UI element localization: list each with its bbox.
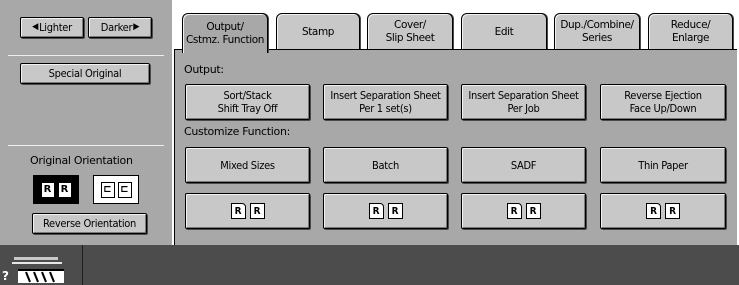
tab-content-area: Output: Sort/Stack Shift Tray Off Insert… xyxy=(174,49,737,245)
left-divider-bottom xyxy=(8,145,164,146)
tab-output-customize-label: Output/ Cstmz. Function xyxy=(186,20,264,46)
sadf-orientation-button[interactable]: R R xyxy=(461,193,586,229)
orientation-title: Original Orientation xyxy=(30,154,133,167)
tab-stamp[interactable]: Stamp xyxy=(276,13,360,50)
batch-r-rotated-icon: R xyxy=(387,203,403,219)
sadf-r-rotated-icon: R xyxy=(525,203,541,219)
orientation-portrait-option[interactable]: R R xyxy=(33,175,79,204)
landscape-r-icon: ⊏ xyxy=(100,181,115,198)
tab-cover-slip-sheet-label: Cover/ Slip Sheet xyxy=(385,19,435,44)
portrait-r-rotated-icon: R xyxy=(57,181,72,198)
lighter-label: Lighter xyxy=(39,21,72,34)
darker-label: Darker xyxy=(100,21,133,34)
sadf-button[interactable]: SADF xyxy=(461,147,586,183)
mixed-sizes-orientation-button[interactable]: R R xyxy=(185,193,310,229)
insert-separation-set-label: Insert Separation Sheet Per 1 set(s) xyxy=(330,89,441,115)
customize-section-label: Customize Function: xyxy=(184,125,291,138)
mixed-sizes-button[interactable]: Mixed Sizes xyxy=(185,147,310,183)
landscape-r-rotated-icon: ⊏ xyxy=(117,181,132,198)
lighter-arrow-icon: ◀ xyxy=(32,22,39,32)
status-bar xyxy=(0,245,739,285)
insert-separation-set-button[interactable]: Insert Separation Sheet Per 1 set(s) xyxy=(323,84,448,120)
thin-paper-r-icon: R xyxy=(646,203,661,219)
output-section-label: Output: xyxy=(184,63,224,76)
left-divider-top xyxy=(8,55,164,56)
tab-reduce-enlarge[interactable]: Reduce/ Enlarge xyxy=(648,13,733,50)
sort-stack-button[interactable]: Sort/Stack Shift Tray Off xyxy=(185,84,310,120)
special-original-button[interactable]: Special Original xyxy=(20,63,150,84)
tab-stamp-label: Stamp xyxy=(301,25,335,38)
copier-panel: ◀ Lighter Darker ▶ Special Original Orig… xyxy=(0,0,739,245)
thin-paper-label: Thin Paper xyxy=(638,158,688,172)
reverse-ejection-label: Reverse Ejection Face Up/Down xyxy=(624,89,702,115)
mixed-sizes-r-rotated-icon: R xyxy=(249,203,265,219)
tab-output-customize[interactable]: Output/ Cstmz. Function xyxy=(182,13,268,53)
tab-dup-combine-series[interactable]: Dup./Combine/ Series xyxy=(554,13,640,50)
portrait-r-icon: R xyxy=(40,181,55,198)
batch-orientation-button[interactable]: R R xyxy=(323,193,448,229)
mixed-sizes-r-icon: R xyxy=(230,203,246,219)
batch-r-icon: R xyxy=(368,203,384,219)
thin-paper-button[interactable]: Thin Paper xyxy=(600,147,726,183)
insert-separation-job-button[interactable]: Insert Separation Sheet Per Job xyxy=(461,84,586,120)
left-column: ◀ Lighter Darker ▶ Special Original Orig… xyxy=(0,0,172,245)
batch-button[interactable]: Batch xyxy=(323,147,448,183)
tab-cover-slip-sheet[interactable]: Cover/ Slip Sheet xyxy=(367,13,453,50)
insert-separation-job-label: Insert Separation Sheet Per Job xyxy=(468,89,579,115)
tab-edit[interactable]: Edit xyxy=(461,13,547,50)
special-original-label: Special Original xyxy=(48,67,122,80)
status-bar-separator xyxy=(82,245,83,285)
thin-paper-orientation-button[interactable]: R R xyxy=(600,193,726,229)
reverse-orientation-label: Reverse Orientation xyxy=(42,217,137,230)
tab-dup-combine-series-label: Dup./Combine/ Series xyxy=(560,19,634,44)
sadf-r-icon: R xyxy=(506,203,522,219)
reverse-orientation-button[interactable]: Reverse Orientation xyxy=(32,213,147,234)
tab-edit-label: Edit xyxy=(494,25,514,38)
darker-arrow-icon: ▶ xyxy=(133,22,140,32)
tab-reduce-enlarge-label: Reduce/ Enlarge xyxy=(670,19,711,44)
sadf-label: SADF xyxy=(510,158,537,172)
batch-label: Batch xyxy=(372,158,399,172)
paper-tray-status-icon[interactable] xyxy=(6,255,68,285)
darker-button[interactable]: Darker ▶ xyxy=(88,17,152,38)
orientation-landscape-option[interactable]: ⊏ ⊏ xyxy=(93,175,139,204)
sort-stack-label: Sort/Stack Shift Tray Off xyxy=(217,89,278,115)
mixed-sizes-label: Mixed Sizes xyxy=(220,158,275,172)
reverse-ejection-button[interactable]: Reverse Ejection Face Up/Down xyxy=(600,84,726,120)
thin-paper-r-rotated-icon: R xyxy=(665,203,680,219)
help-question-icon[interactable]: ? xyxy=(2,269,9,283)
lighter-button[interactable]: ◀ Lighter xyxy=(20,17,84,38)
